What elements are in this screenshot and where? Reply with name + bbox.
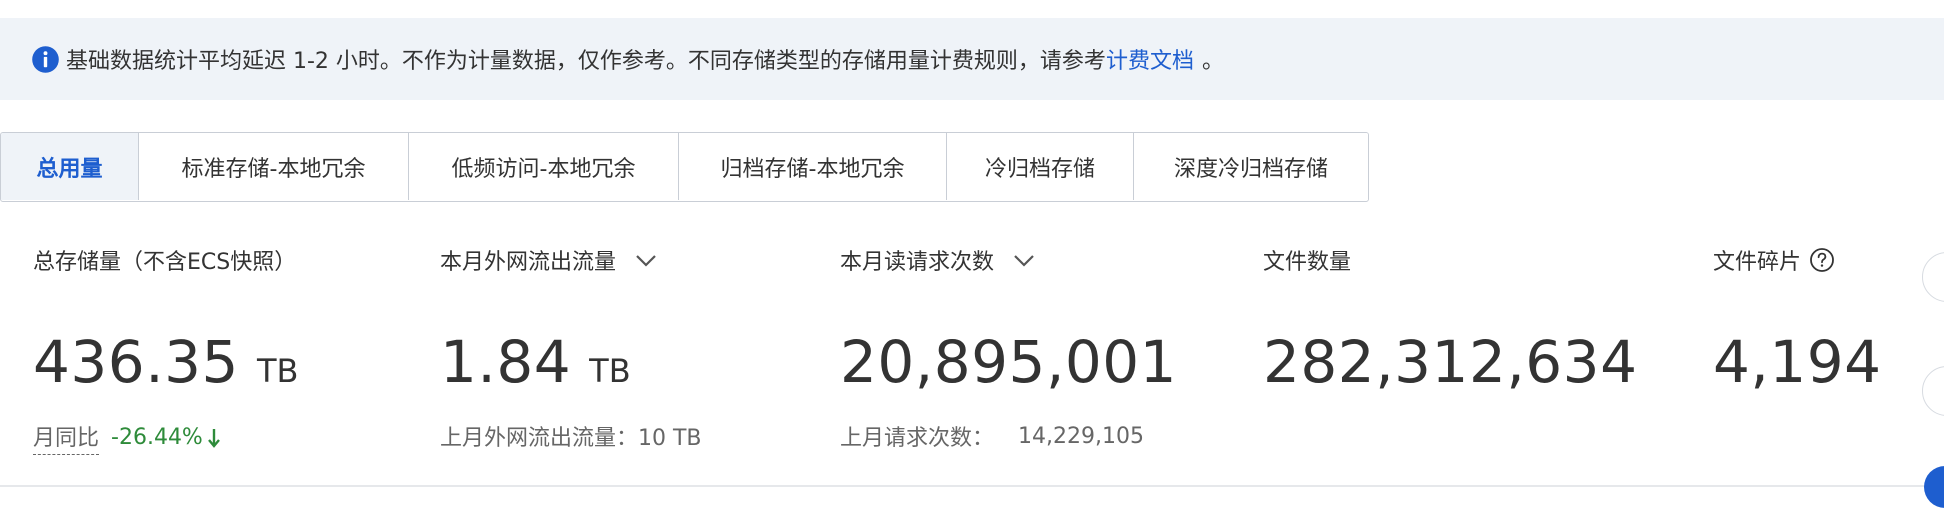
help-icon[interactable] (1809, 247, 1835, 273)
storage-type-tabs: 总用量 标准存储-本地冗余 低频访问-本地冗余 归档存储-本地冗余 冷归档存储 … (0, 132, 1369, 202)
stat-file-fragments: 文件碎片 4,194 (1713, 240, 1881, 396)
tab-deep-cold-archive[interactable]: 深度冷归档存储 (1134, 133, 1368, 200)
tab-cold-archive[interactable]: 冷归档存储 (947, 133, 1134, 200)
stat-file-count: 文件数量 282,312,634 (1263, 240, 1637, 396)
info-icon (32, 45, 59, 73)
notice-banner: 基础数据统计平均延迟 1-2 小时。不作为计量数据，仅作参考。不同存储类型的存储… (0, 18, 1944, 100)
yoy-change: -26.44% (111, 425, 221, 450)
stat-label: 本月外网流出流量 (440, 250, 617, 275)
stat-value: 4,194 (1713, 328, 1882, 396)
side-float-button[interactable] (1922, 252, 1944, 302)
stat-value: 436.35 (33, 328, 239, 396)
billing-doc-link[interactable]: 计费文档 (1106, 43, 1194, 75)
chevron-down-icon[interactable] (1012, 248, 1036, 272)
stat-label: 文件数量 (1263, 250, 1352, 275)
stat-label: 文件碎片 (1713, 250, 1802, 275)
yoy-label[interactable]: 月同比 (33, 420, 100, 455)
arrow-down-icon (207, 428, 220, 448)
yoy-value: -26.44% (111, 425, 203, 450)
stat-value: 20,895,001 (840, 328, 1178, 396)
stat-unit: TB (256, 352, 299, 390)
stat-label: 本月读请求次数 (840, 250, 995, 275)
last-month-requests-label: 上月请求次数： (840, 426, 995, 451)
tab-standard-lrs[interactable]: 标准存储-本地冗余 (139, 133, 409, 200)
stat-value: 1.84 (440, 328, 572, 396)
section-divider (0, 485, 1944, 487)
last-month-traffic: 上月外网流出流量：10 TB (440, 426, 702, 451)
stat-label: 总存储量（不含ECS快照） (33, 250, 297, 275)
stat-outbound-traffic: 本月外网流出流量 1.84 TB 上月外网流出流量：10 TB (440, 240, 702, 451)
notice-tail: 。 (1201, 49, 1224, 74)
chevron-down-icon[interactable] (634, 248, 658, 272)
stat-read-requests: 本月读请求次数 20,895,001 上月请求次数： 14,229,105 (840, 240, 1177, 451)
side-help-button[interactable] (1924, 466, 1944, 508)
tab-total-usage[interactable]: 总用量 (1, 133, 139, 200)
tab-ia-lrs[interactable]: 低频访问-本地冗余 (409, 133, 679, 200)
stat-value: 282,312,634 (1263, 328, 1638, 396)
notice-text: 基础数据统计平均延迟 1-2 小时。不作为计量数据，仅作参考。不同存储类型的存储… (66, 49, 1106, 74)
stat-total-storage: 总存储量（不含ECS快照） 436.35 TB 月同比 -26.44% (33, 240, 298, 455)
last-month-requests-value: 14,229,105 (1018, 423, 1144, 449)
stat-unit: TB (589, 352, 631, 390)
tab-archive-lrs[interactable]: 归档存储-本地冗余 (679, 133, 947, 200)
side-float-button[interactable] (1922, 366, 1944, 416)
